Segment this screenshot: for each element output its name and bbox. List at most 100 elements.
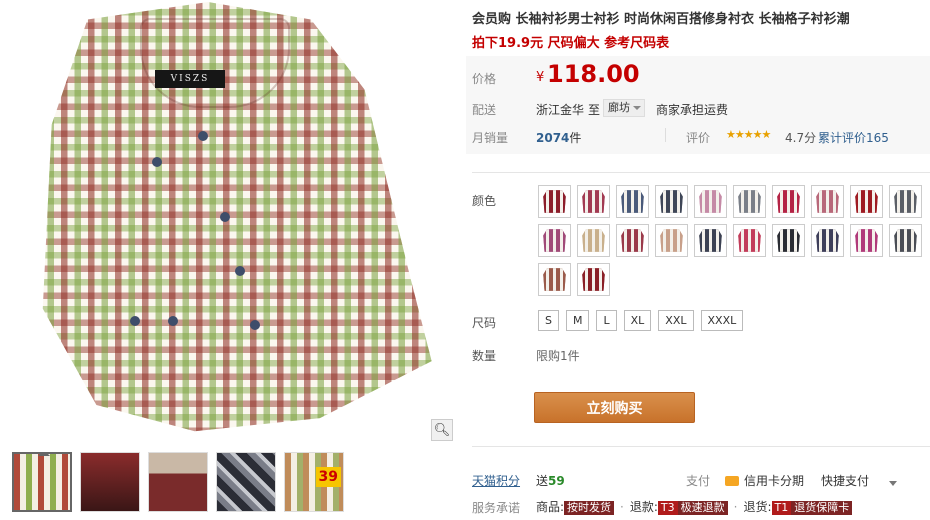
color-swatch-7[interactable] <box>772 185 805 218</box>
shipping-to-word: 至 <box>588 103 601 117</box>
rating-score: 4.7分 <box>785 131 817 145</box>
on-time-delivery-badge[interactable]: 按时发货 <box>564 501 615 515</box>
shirt-collar-graphic <box>140 18 290 108</box>
zoom-icon[interactable]: 🔍︎ <box>431 419 453 441</box>
divider <box>665 128 666 142</box>
color-swatch-13[interactable] <box>616 224 649 257</box>
color-label: 颜色 <box>472 194 497 208</box>
credit-installment-option[interactable]: 信用卡分期 <box>725 472 804 489</box>
service-section: 天猫积分 送59 支付 信用卡分期 快捷支付 服务承诺 商品: 按时发货 · 退款: T… <box>472 466 930 520</box>
product-gallery: VISZS 🔍︎ 39 <box>0 0 460 520</box>
size-option-m[interactable]: M <box>565 310 590 331</box>
size-option-s[interactable]: S <box>538 310 559 331</box>
thumbnail-price-badge: 39 <box>315 467 341 487</box>
thumbnail-2[interactable] <box>80 452 140 512</box>
product-title: 会员购 长袖衬衫男士衬衫 时尚休闲百搭修身衬衣 长袖格子衬衫潮 <box>472 12 850 27</box>
service-promise-label: 服务承诺 <box>472 501 521 515</box>
color-swatch-5[interactable] <box>694 185 727 218</box>
fast-refund-badge[interactable]: 极速退款 <box>677 501 728 515</box>
color-swatch-image <box>543 229 566 252</box>
color-swatch-image <box>543 190 566 213</box>
color-swatch-image <box>660 190 683 213</box>
color-swatch-8[interactable] <box>811 185 844 218</box>
refund-label: 退款: <box>629 500 658 514</box>
color-swatch-15[interactable] <box>694 224 727 257</box>
shirt-button-graphic <box>130 316 140 326</box>
color-swatch-4[interactable] <box>655 185 688 218</box>
monthly-sales-label: 月销量 <box>472 131 509 145</box>
credit-card-icon <box>725 476 739 486</box>
thumbnail-3[interactable] <box>148 452 208 512</box>
color-swatch-10[interactable] <box>889 185 922 218</box>
color-swatch-19[interactable] <box>850 224 883 257</box>
color-swatch-image <box>738 190 761 213</box>
thumbnail-5[interactable]: 39 <box>284 452 344 512</box>
color-swatch-image <box>582 229 605 252</box>
destination-city-select[interactable]: 廊坊 <box>603 99 645 117</box>
color-swatch-image <box>543 268 566 291</box>
size-option-l[interactable]: L <box>596 310 617 331</box>
points-prefix: 送 <box>536 474 549 488</box>
shirt-button-graphic <box>250 320 260 330</box>
price-label: 价格 <box>472 72 497 86</box>
currency-symbol: ¥ <box>536 70 545 85</box>
color-swatch-9[interactable] <box>850 185 883 218</box>
size-option-list: S M L XL XXL XXXL <box>538 310 744 331</box>
divider <box>472 172 930 173</box>
color-swatch-17[interactable] <box>772 224 805 257</box>
color-swatch-21[interactable] <box>538 263 571 296</box>
color-swatch-image <box>582 190 605 213</box>
size-option-xxl[interactable]: XXL <box>658 310 694 331</box>
purchase-limit-text: 限购1件 <box>536 349 580 363</box>
color-swatch-image <box>738 229 761 252</box>
return-guarantee-badge[interactable]: 退货保障卡 <box>791 501 853 515</box>
shirt-button-graphic <box>168 316 178 326</box>
quantity-label: 数量 <box>472 349 497 363</box>
size-option-xxxl[interactable]: XXXL <box>700 310 744 331</box>
color-swatch-20[interactable] <box>889 224 922 257</box>
points-value: 59 <box>548 474 565 488</box>
shirt-button-graphic <box>198 131 208 141</box>
return-label: 退货: <box>743 500 772 514</box>
color-swatch-11[interactable] <box>538 224 571 257</box>
tmall-points-label[interactable]: 天猫积分 <box>472 472 520 489</box>
color-swatch-6[interactable] <box>733 185 766 218</box>
price-value: 118.00 <box>547 60 640 88</box>
monthly-sales-unit: 件 <box>569 131 582 145</box>
color-swatch-3[interactable] <box>616 185 649 218</box>
shipping-label: 配送 <box>472 103 497 117</box>
goods-label: 商品: <box>536 500 565 514</box>
color-swatch-image <box>855 190 878 213</box>
rating-label: 评价 <box>686 131 711 145</box>
divider <box>472 446 930 447</box>
chevron-down-icon[interactable] <box>889 481 897 486</box>
quick-pay-option[interactable]: 快捷支付 <box>821 472 869 489</box>
color-swatch-image <box>894 229 917 252</box>
color-swatch-image <box>816 229 839 252</box>
separator-dot: · <box>620 500 624 514</box>
color-swatch-1[interactable] <box>538 185 571 218</box>
size-option-xl[interactable]: XL <box>623 310 652 331</box>
product-subtitle: 拍下19.9元 尺码偏大 参考尺码表 <box>472 36 670 51</box>
color-swatch-image <box>699 229 722 252</box>
color-swatch-16[interactable] <box>733 224 766 257</box>
total-reviews-link[interactable]: 累计评价165 <box>818 129 889 146</box>
product-info-panel: 会员购 长袖衬衫男士衬衫 时尚休闲百搭修身衬衣 长袖格子衬衫潮 拍下19.9元 … <box>466 0 930 520</box>
color-swatch-image <box>894 190 917 213</box>
separator-dot: · <box>733 500 738 514</box>
shipping-note: 商家承担运费 <box>656 103 729 117</box>
credit-installment-label: 信用卡分期 <box>744 474 805 488</box>
rating-stars-icon: ★★★★★ <box>726 128 771 141</box>
destination-city-value: 廊坊 <box>608 101 630 114</box>
color-swatch-image <box>855 229 878 252</box>
thumbnail-4[interactable] <box>216 452 276 512</box>
size-label: 尺码 <box>472 316 497 330</box>
color-swatch-14[interactable] <box>655 224 688 257</box>
color-swatch-18[interactable] <box>811 224 844 257</box>
color-swatch-12[interactable] <box>577 224 610 257</box>
color-swatch-2[interactable] <box>577 185 610 218</box>
refund-code-badge: T3 <box>657 501 678 515</box>
color-swatch-22[interactable] <box>577 263 610 296</box>
buy-now-button[interactable]: 立刻购买 <box>534 392 695 423</box>
thumbnail-1[interactable] <box>12 452 72 512</box>
